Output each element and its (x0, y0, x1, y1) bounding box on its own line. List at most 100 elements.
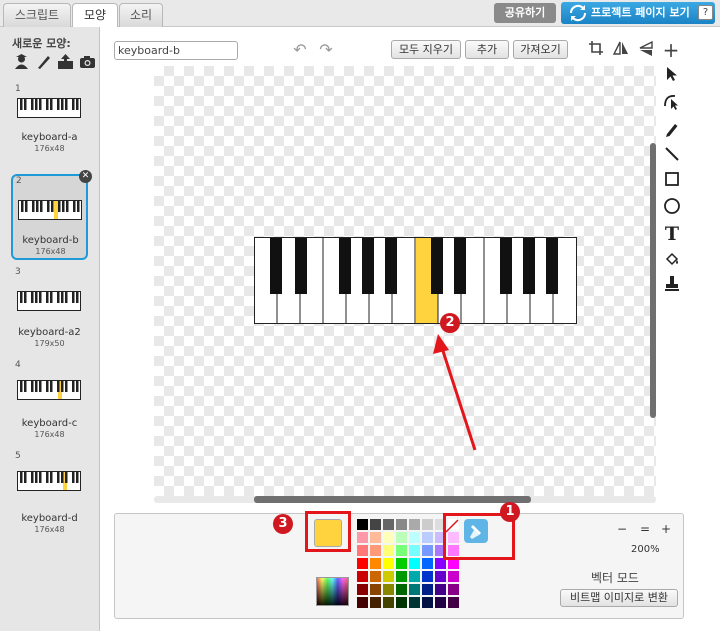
upload-costume-icon[interactable] (57, 53, 74, 70)
import-button[interactable]: 가져오기 (513, 40, 568, 59)
color-swatch[interactable] (383, 532, 394, 543)
color-swatch[interactable] (422, 584, 433, 595)
color-swatch[interactable] (383, 558, 394, 569)
color-swatch[interactable] (357, 571, 368, 582)
color-swatch[interactable] (357, 532, 368, 543)
zoom-out-button[interactable]: − (614, 521, 630, 537)
editor-mode-label: 벡터 모드 (591, 571, 639, 585)
select-tool-icon[interactable] (660, 66, 684, 88)
annotation-box-3 (305, 511, 351, 552)
delete-costume-icon[interactable]: ✕ (79, 170, 92, 183)
color-swatch[interactable] (396, 545, 407, 556)
flip-vertical-icon[interactable] (636, 40, 656, 60)
color-swatch[interactable] (435, 597, 446, 608)
color-swatch[interactable] (357, 545, 368, 556)
tab-scripts[interactable]: 스크립트 (3, 3, 71, 27)
color-swatch[interactable] (357, 558, 368, 569)
costume-number: 5 (15, 451, 21, 461)
color-swatch[interactable] (422, 558, 433, 569)
paint-new-costume-icon[interactable] (35, 53, 52, 70)
color-swatch[interactable] (409, 584, 420, 595)
line-tool-icon[interactable] (660, 146, 684, 168)
flip-horizontal-icon[interactable] (611, 40, 631, 60)
color-swatch[interactable] (396, 597, 407, 608)
tab-sounds[interactable]: 소리 (119, 3, 163, 27)
color-swatch[interactable] (370, 532, 381, 543)
color-swatch[interactable] (409, 558, 420, 569)
color-picker-gradient[interactable] (316, 577, 349, 606)
color-swatch[interactable] (383, 597, 394, 608)
color-swatch[interactable] (396, 584, 407, 595)
color-swatch[interactable] (422, 532, 433, 543)
color-swatch[interactable] (357, 584, 368, 595)
undo-icon[interactable]: ↶ (290, 40, 310, 60)
redo-icon[interactable]: ↷ (316, 40, 336, 60)
costume-list-panel: 새로운 모양: 1 keyboard-a 176x48 2 ✕ keyboard… (0, 27, 100, 631)
camera-icon[interactable] (79, 53, 96, 70)
stamp-tool-icon[interactable] (660, 275, 684, 297)
color-swatch[interactable] (383, 545, 394, 556)
color-swatch[interactable] (409, 597, 420, 608)
share-button[interactable]: 공유하기 (494, 3, 556, 23)
help-button[interactable]: ? (698, 5, 713, 20)
color-swatch[interactable] (370, 545, 381, 556)
new-costume-icons (13, 53, 96, 70)
costume-thumbnail (17, 380, 81, 400)
color-swatch[interactable] (396, 571, 407, 582)
color-swatch[interactable] (396, 532, 407, 543)
tab-costumes[interactable]: 모양 (72, 3, 118, 28)
project-page-button[interactable]: 프로젝트 페이지 보기 (561, 2, 715, 24)
costume-name: keyboard-c (21, 418, 78, 429)
color-swatch[interactable] (357, 597, 368, 608)
color-swatch[interactable] (435, 571, 446, 582)
reshape-tool-icon[interactable] (660, 92, 684, 114)
color-swatch[interactable] (383, 584, 394, 595)
fill-tool-icon[interactable] (660, 251, 684, 273)
color-swatch[interactable] (370, 571, 381, 582)
color-swatch[interactable] (409, 571, 420, 582)
add-button[interactable]: 추가 (465, 40, 509, 59)
color-swatch[interactable] (422, 545, 433, 556)
crop-icon[interactable] (586, 40, 606, 60)
costume-name-input[interactable] (114, 41, 238, 60)
color-swatch[interactable] (383, 571, 394, 582)
color-swatch[interactable] (448, 571, 459, 582)
drawing-canvas[interactable] (154, 66, 656, 496)
color-swatch[interactable] (396, 519, 407, 530)
color-swatch[interactable] (422, 571, 433, 582)
color-swatch[interactable] (357, 519, 368, 530)
costume-item[interactable]: 3 keyboard-a2 179x50 (12, 267, 87, 351)
color-swatch[interactable] (409, 532, 420, 543)
zoom-reset-button[interactable]: = (637, 521, 653, 537)
convert-to-bitmap-button[interactable]: 비트맵 이미지로 변환 (560, 589, 678, 607)
color-swatch[interactable] (370, 519, 381, 530)
color-swatch[interactable] (370, 558, 381, 569)
zoom-in-button[interactable]: + (658, 521, 674, 537)
color-swatch[interactable] (409, 519, 420, 530)
costume-thumbnail (18, 200, 82, 220)
color-swatch[interactable] (383, 519, 394, 530)
color-swatch[interactable] (370, 584, 381, 595)
costume-item[interactable]: 1 keyboard-a 176x48 (12, 84, 87, 168)
color-swatch[interactable] (422, 519, 433, 530)
horizontal-scrollbar[interactable] (254, 496, 531, 503)
vertical-scrollbar[interactable] (650, 143, 656, 418)
color-swatch[interactable] (396, 558, 407, 569)
color-swatch[interactable] (370, 597, 381, 608)
ellipse-tool-icon[interactable] (660, 197, 684, 219)
rectangle-tool-icon[interactable] (660, 171, 684, 193)
color-swatch[interactable] (422, 597, 433, 608)
pencil-tool-icon[interactable] (660, 121, 684, 143)
color-swatch[interactable] (409, 545, 420, 556)
text-tool-icon[interactable]: T (660, 223, 684, 245)
color-swatch[interactable] (448, 597, 459, 608)
color-swatch[interactable] (435, 584, 446, 595)
clear-button[interactable]: 모두 지우기 (391, 40, 461, 59)
costume-item[interactable]: 5 keyboard-d 176x48 (12, 451, 87, 535)
choose-from-library-icon[interactable] (13, 53, 30, 70)
costume-item-selected[interactable]: 2 ✕ keyboard-b 176x48 (11, 170, 92, 260)
costume-item[interactable]: 4 keyboard-c 176x48 (12, 360, 87, 444)
costume-number: 3 (15, 267, 21, 277)
color-swatch[interactable] (448, 584, 459, 595)
set-center-icon[interactable]: + (661, 40, 681, 60)
